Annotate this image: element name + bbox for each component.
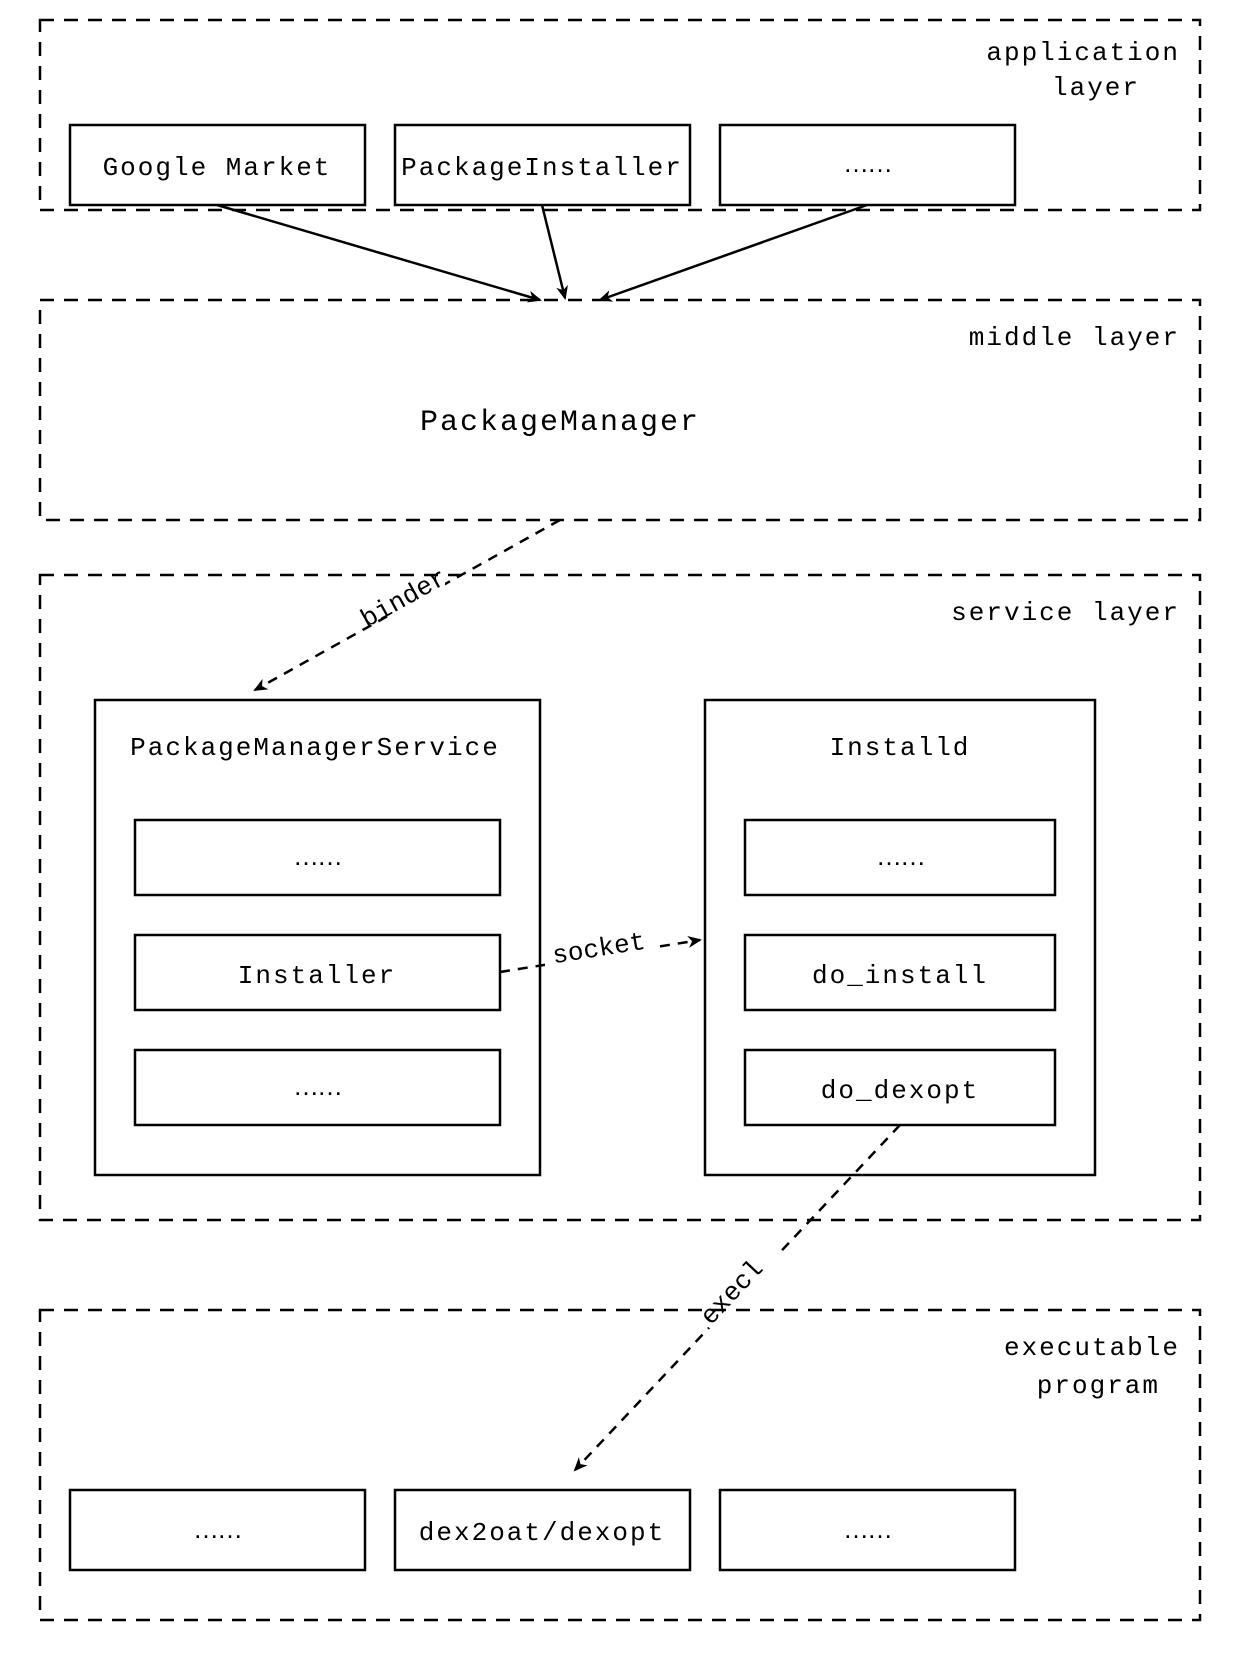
arrow-gm-to-pm xyxy=(217,205,540,300)
exec-box-3-text: …… xyxy=(843,1514,891,1544)
app-box-2-text: PackageInstaller xyxy=(401,153,683,183)
arrow-pi-to-pm xyxy=(542,205,565,298)
package-manager-text: PackageManager xyxy=(420,406,700,440)
arrow-etc-to-pm xyxy=(600,205,867,300)
application-layer-title-1: application xyxy=(986,38,1180,68)
installd-item-1-text: …… xyxy=(876,841,924,871)
executable-title-2: program xyxy=(1037,1371,1160,1401)
pms-title: PackageManagerService xyxy=(130,733,500,763)
app-box-1-text: Google Market xyxy=(103,153,332,183)
middle-layer-title: middle layer xyxy=(969,323,1180,353)
pms-item-2-text: Installer xyxy=(238,961,396,991)
installd-title: Installd xyxy=(830,733,971,763)
exec-box-2-text: dex2oat/dexopt xyxy=(419,1518,665,1548)
exec-box-1-text: …… xyxy=(193,1514,241,1544)
pms-item-3-text: …… xyxy=(293,1071,341,1101)
service-layer-title: service layer xyxy=(951,598,1180,628)
executable-title-1: executable xyxy=(1004,1333,1180,1363)
architecture-diagram: application layer Google Market PackageI… xyxy=(0,0,1240,1668)
app-box-3-text: …… xyxy=(843,148,891,178)
installd-item-2-text: do_install xyxy=(812,961,988,991)
application-layer-title-2: layer xyxy=(1052,73,1140,103)
pms-item-1-text: …… xyxy=(293,841,341,871)
installd-item-3-text: do_dexopt xyxy=(821,1076,979,1106)
service-layer-box xyxy=(40,575,1200,1220)
pms-box xyxy=(95,700,540,1175)
